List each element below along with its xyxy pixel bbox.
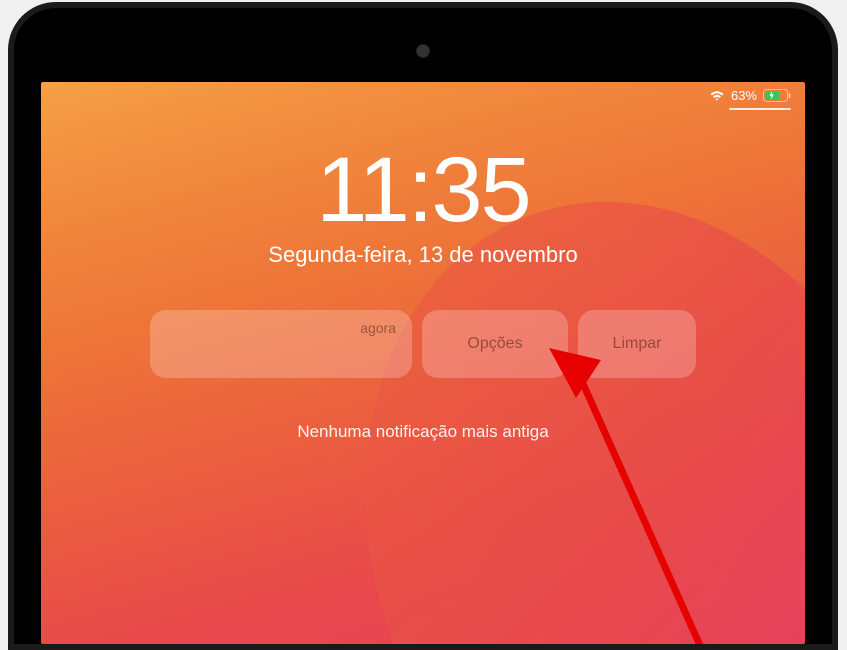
tablet-bezel: 63% 11:35 Segunda-feira, 13 de novembro — [8, 2, 838, 650]
options-button[interactable]: Opções — [422, 310, 568, 378]
status-underline — [729, 108, 791, 110]
clear-button-label: Limpar — [613, 335, 662, 353]
lock-screen[interactable]: 63% 11:35 Segunda-feira, 13 de novembro — [41, 82, 805, 644]
status-bar: 63% — [709, 88, 791, 103]
clock-section: 11:35 Segunda-feira, 13 de novembro — [41, 144, 805, 268]
tablet-inner-frame: 63% 11:35 Segunda-feira, 13 de novembro — [14, 8, 832, 644]
front-camera — [416, 44, 430, 58]
wifi-icon — [709, 90, 725, 102]
no-older-notifications-label: Nenhuma notificação mais antiga — [41, 422, 805, 442]
clear-button[interactable]: Limpar — [578, 310, 696, 378]
lock-screen-time: 11:35 — [41, 144, 805, 236]
notification-row: agora Opções Limpar — [150, 310, 696, 378]
battery-charging-icon — [763, 89, 791, 102]
notification-time-label: agora — [360, 320, 396, 336]
options-button-label: Opções — [467, 335, 522, 353]
notification-card[interactable]: agora — [150, 310, 412, 378]
battery-percentage: 63% — [731, 88, 757, 103]
lock-screen-date: Segunda-feira, 13 de novembro — [41, 242, 805, 268]
